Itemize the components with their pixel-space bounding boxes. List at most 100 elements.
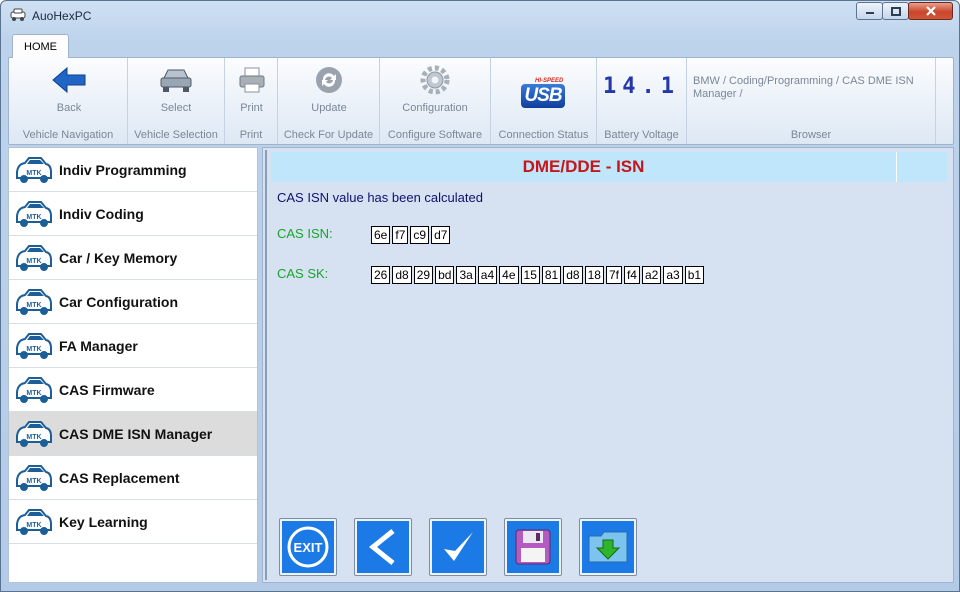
minimize-button[interactable] (856, 2, 883, 20)
car-icon: MTK (16, 421, 52, 447)
floppy-disk-icon (515, 529, 551, 565)
configure-software-caption: Configure Software (387, 129, 483, 141)
car-front-icon (160, 69, 192, 92)
group-configure-software: Configuration Configure Software (380, 58, 491, 144)
group-print: Print Print (225, 58, 278, 144)
hex-byte-cell: a4 (477, 266, 498, 284)
sidebar-item[interactable]: MTK CAS Firmware (9, 368, 257, 412)
check-for-update-caption: Check For Update (283, 129, 374, 141)
car-badge-text: MTK (26, 170, 41, 177)
back-label: Back (56, 102, 82, 114)
chevron-left-icon (368, 529, 395, 565)
load-file-button[interactable] (579, 518, 637, 576)
group-browser: BMW / Coding/Programming / CAS DME ISN M… (687, 58, 936, 144)
hex-byte-cell: 81 (541, 266, 562, 284)
sidebar-item-label: Key Learning (59, 513, 148, 530)
car-icon: MTK (16, 157, 52, 183)
sidebar-item-label: Indiv Programming (59, 161, 187, 178)
hex-byte-cell: d7 (431, 226, 451, 244)
battery-voltage-caption: Battery Voltage (604, 129, 679, 141)
hex-byte-cell: d8 (392, 266, 412, 284)
hex-byte-cell: bd (435, 266, 455, 284)
browser-path[interactable]: BMW / Coding/Programming / CAS DME ISN M… (693, 75, 933, 101)
exit-text: EXIT (294, 540, 323, 555)
update-label: Update (311, 102, 347, 114)
hex-byte-cell: f7 (392, 226, 409, 244)
car-icon: MTK (16, 333, 52, 359)
car-badge-text: MTK (26, 214, 41, 221)
select-button[interactable]: Select (146, 60, 206, 118)
car-icon: MTK (16, 245, 52, 271)
group-vehicle-navigation: Back Vehicle Navigation (9, 58, 128, 144)
sidebar-item-label: CAS Replacement (59, 469, 180, 486)
status-message: CAS ISN value has been calculated (277, 190, 483, 205)
hex-byte-cell: 15 (520, 266, 540, 284)
car-icon: MTK (16, 201, 52, 227)
connection-status-caption: Connection Status (498, 129, 589, 141)
car-badge-text: MTK (26, 390, 41, 397)
group-battery-voltage: 14.1 Battery Voltage (597, 58, 687, 144)
hex-byte-cell: 29 (413, 266, 434, 284)
hex-byte-cell: 7f (605, 266, 622, 284)
cas-isn-label: CAS ISN: (277, 226, 333, 241)
exit-icon: EXIT (287, 526, 329, 568)
sidebar-item-label: CAS Firmware (59, 381, 155, 398)
sidebar-item[interactable]: MTK Car / Key Memory (9, 236, 257, 280)
car-icon: MTK (16, 377, 52, 403)
usb-status-indicator: HI-SPEED USB (519, 78, 569, 114)
sidebar-item-label: CAS DME ISN Manager (59, 425, 213, 442)
sidebar-item[interactable]: MTK Indiv Coding (9, 192, 257, 236)
usb-badge: USB (521, 84, 565, 108)
hex-byte-cell: a3 (663, 266, 683, 284)
group-vehicle-selection: Select Vehicle Selection (128, 58, 225, 144)
hex-byte-cell: 6e (371, 226, 391, 244)
browser-caption: Browser (790, 129, 832, 141)
app-window: AuoHexPC HOME Back Vehicle Navigation Se… (0, 0, 960, 592)
maximize-button[interactable] (882, 2, 909, 20)
hex-byte-cell: a2 (641, 266, 662, 284)
sidebar-item[interactable]: MTK CAS DME ISN Manager (9, 412, 257, 456)
save-button[interactable] (504, 518, 562, 576)
refresh-icon (316, 67, 342, 93)
sidebar-item[interactable]: MTK FA Manager (9, 324, 257, 368)
app-car-icon (10, 8, 26, 21)
sidebar-item[interactable]: MTK Indiv Programming (9, 148, 257, 192)
car-badge-text: MTK (26, 302, 41, 309)
group-check-for-update: Update Check For Update (278, 58, 380, 144)
sidebar-item[interactable]: MTK Key Learning (9, 500, 257, 544)
minimize-icon (865, 12, 874, 14)
checkmark-icon (444, 532, 473, 561)
configuration-button[interactable]: Configuration (395, 60, 475, 118)
confirm-button[interactable] (429, 518, 487, 576)
select-label: Select (160, 102, 192, 114)
close-button[interactable] (908, 2, 953, 20)
back-nav-button[interactable] (354, 518, 412, 576)
title-bar[interactable]: AuoHexPC (1, 1, 959, 31)
vehicle-selection-caption: Vehicle Selection (134, 129, 218, 141)
hex-byte-cell: f4 (623, 266, 640, 284)
sidebar-item[interactable]: MTK Car Configuration (9, 280, 257, 324)
cas-sk-label: CAS SK: (277, 266, 329, 281)
car-badge-text: MTK (26, 434, 41, 441)
car-badge-text: MTK (26, 522, 41, 529)
tab-home[interactable]: HOME (12, 34, 69, 58)
back-arrow-icon (52, 66, 86, 94)
car-icon: MTK (16, 509, 52, 535)
car-badge-text: MTK (26, 478, 41, 485)
hex-byte-cell: b1 (684, 266, 705, 284)
hex-byte-cell: c9 (410, 226, 430, 244)
sidebar-item[interactable]: MTK CAS Replacement (9, 456, 257, 500)
gear-icon (420, 65, 450, 95)
maximize-icon (890, 6, 901, 16)
update-button[interactable]: Update (298, 60, 360, 118)
page-title: DME/DDE - ISN (522, 157, 645, 176)
hex-byte-cell: d8 (563, 266, 583, 284)
back-button[interactable]: Back (39, 60, 99, 118)
configuration-label: Configuration (402, 102, 468, 114)
hex-byte-cell: 4e (499, 266, 519, 284)
print-button[interactable]: Print (225, 60, 278, 118)
car-badge-text: MTK (26, 258, 41, 265)
group-connection-status: HI-SPEED USB Connection Status (491, 58, 597, 144)
exit-button[interactable]: EXIT (279, 518, 337, 576)
main-panel: DME/DDE - ISN CAS ISN value has been cal… (262, 147, 954, 583)
